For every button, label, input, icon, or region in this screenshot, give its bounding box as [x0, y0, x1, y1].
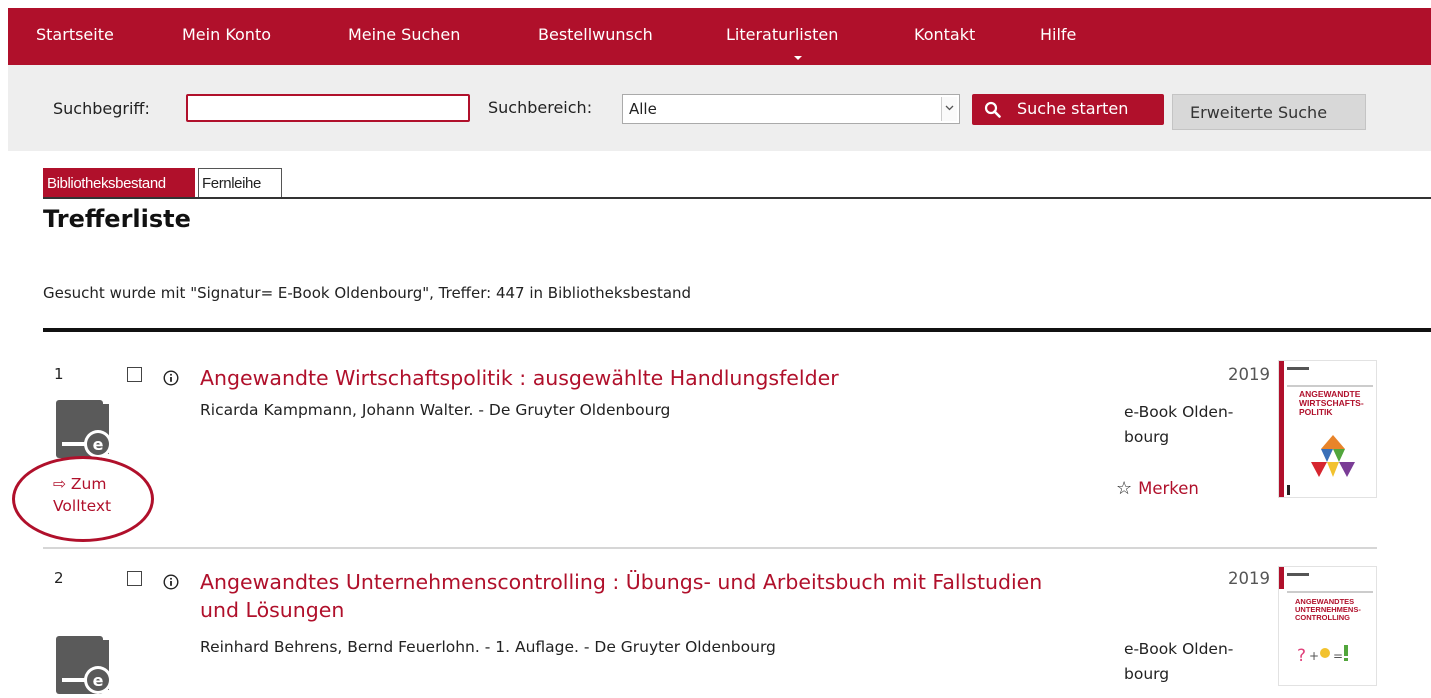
category-line: bourg	[1124, 428, 1170, 446]
advanced-search-button[interactable]: Erweiterte Suche	[1172, 94, 1366, 130]
svg-text:e: e	[93, 435, 104, 454]
cover-title-line: POLITIK	[1299, 407, 1333, 417]
category-line: bourg	[1124, 665, 1170, 683]
book-cover[interactable]: ANGEWANDTES UNTERNEHMENS- CONTROLLING ? …	[1278, 566, 1377, 686]
nav-meine-suchen[interactable]: Meine Suchen	[348, 25, 460, 44]
result-title-line: Angewandte Wirtschaftspolitik : ausgewäh…	[200, 366, 839, 390]
search-start-label: Suche starten	[1017, 99, 1129, 118]
result-title[interactable]: Angewandte Wirtschaftspolitik : ausgewäh…	[200, 364, 839, 392]
select-checkbox[interactable]	[127, 571, 142, 586]
ebook-icon: e	[56, 400, 112, 458]
svg-text:?: ?	[1297, 646, 1306, 666]
category-line: e-Book Olden-	[1124, 640, 1234, 658]
advanced-search-label: Erweiterte Suche	[1190, 103, 1328, 122]
category-line: e-Book Olden-	[1124, 403, 1234, 421]
search-input[interactable]	[186, 94, 470, 122]
nav-literaturlisten[interactable]: Literaturlisten	[726, 25, 838, 44]
result-separator	[43, 547, 1377, 549]
search-icon	[984, 101, 1001, 118]
result-title[interactable]: Angewandtes Unternehmenscontrolling : Üb…	[200, 568, 1042, 624]
result-authors: Ricarda Kampmann, Johann Walter. - De Gr…	[200, 401, 671, 419]
nav-startseite[interactable]: Startseite	[36, 25, 114, 44]
book-cover[interactable]: ANGEWANDTE WIRTSCHAFTS- POLITIK	[1278, 360, 1377, 498]
result-year: 2019	[1228, 569, 1270, 588]
result-authors: Reinhard Behrens, Bernd Feuerlohn. - 1. …	[200, 638, 776, 656]
search-term-label: Suchbegriff:	[53, 99, 150, 118]
bookmark-label: Merken	[1138, 479, 1199, 498]
info-icon[interactable]	[163, 370, 179, 386]
star-icon: ☆	[1116, 478, 1133, 499]
top-navigation: Startseite Mein Konto Meine Suchen Beste…	[8, 8, 1431, 65]
svg-text:e: e	[93, 671, 104, 690]
result-category: e-Book Olden- bourg	[1124, 637, 1233, 687]
results-divider	[43, 328, 1431, 332]
search-area-label: Suchbereich:	[488, 98, 593, 117]
result-number: 1	[54, 365, 64, 383]
highlight-circle	[12, 456, 154, 542]
nav-hilfe[interactable]: Hilfe	[1040, 25, 1076, 44]
dropdown-caret-icon	[794, 56, 802, 60]
nav-bestellwunsch[interactable]: Bestellwunsch	[538, 25, 653, 44]
search-start-button[interactable]: Suche starten	[972, 94, 1164, 125]
search-info: Gesucht wurde mit "Signatur= E-Book Olde…	[43, 284, 692, 302]
ebook-icon: e	[56, 636, 112, 694]
search-area-value: Alle	[629, 100, 657, 118]
svg-text:+: +	[1309, 649, 1319, 663]
svg-text:=: =	[1333, 649, 1343, 663]
tab-bibliotheksbestand[interactable]: Bibliotheksbestand	[43, 168, 195, 197]
tab-label: Bibliotheksbestand	[47, 175, 166, 192]
nav-kontakt[interactable]: Kontakt	[914, 25, 975, 44]
nav-mein-konto[interactable]: Mein Konto	[182, 25, 271, 44]
result-title-line: und Lösungen	[200, 598, 345, 622]
dropdown-arrow-icon	[941, 97, 957, 121]
page-title: Trefferliste	[43, 205, 191, 233]
result-category: e-Book Olden- bourg	[1124, 400, 1233, 450]
tab-fernleihe[interactable]: Fernleihe	[198, 168, 282, 197]
bookmark-button[interactable]: ☆ Merken	[1116, 478, 1199, 499]
tab-label: Fernleihe	[202, 175, 261, 192]
cover-graphic: ? + =	[1297, 645, 1348, 666]
result-title-line: Angewandtes Unternehmenscontrolling : Üb…	[200, 570, 1043, 594]
search-area-select[interactable]: Alle	[622, 94, 960, 124]
cover-graphic	[1311, 435, 1355, 477]
info-icon[interactable]	[163, 574, 179, 590]
tab-divider	[43, 197, 1431, 199]
select-checkbox[interactable]	[127, 367, 142, 382]
result-number: 2	[54, 569, 64, 587]
result-year: 2019	[1228, 365, 1270, 384]
cover-title-line: CONTROLLING	[1295, 613, 1350, 622]
